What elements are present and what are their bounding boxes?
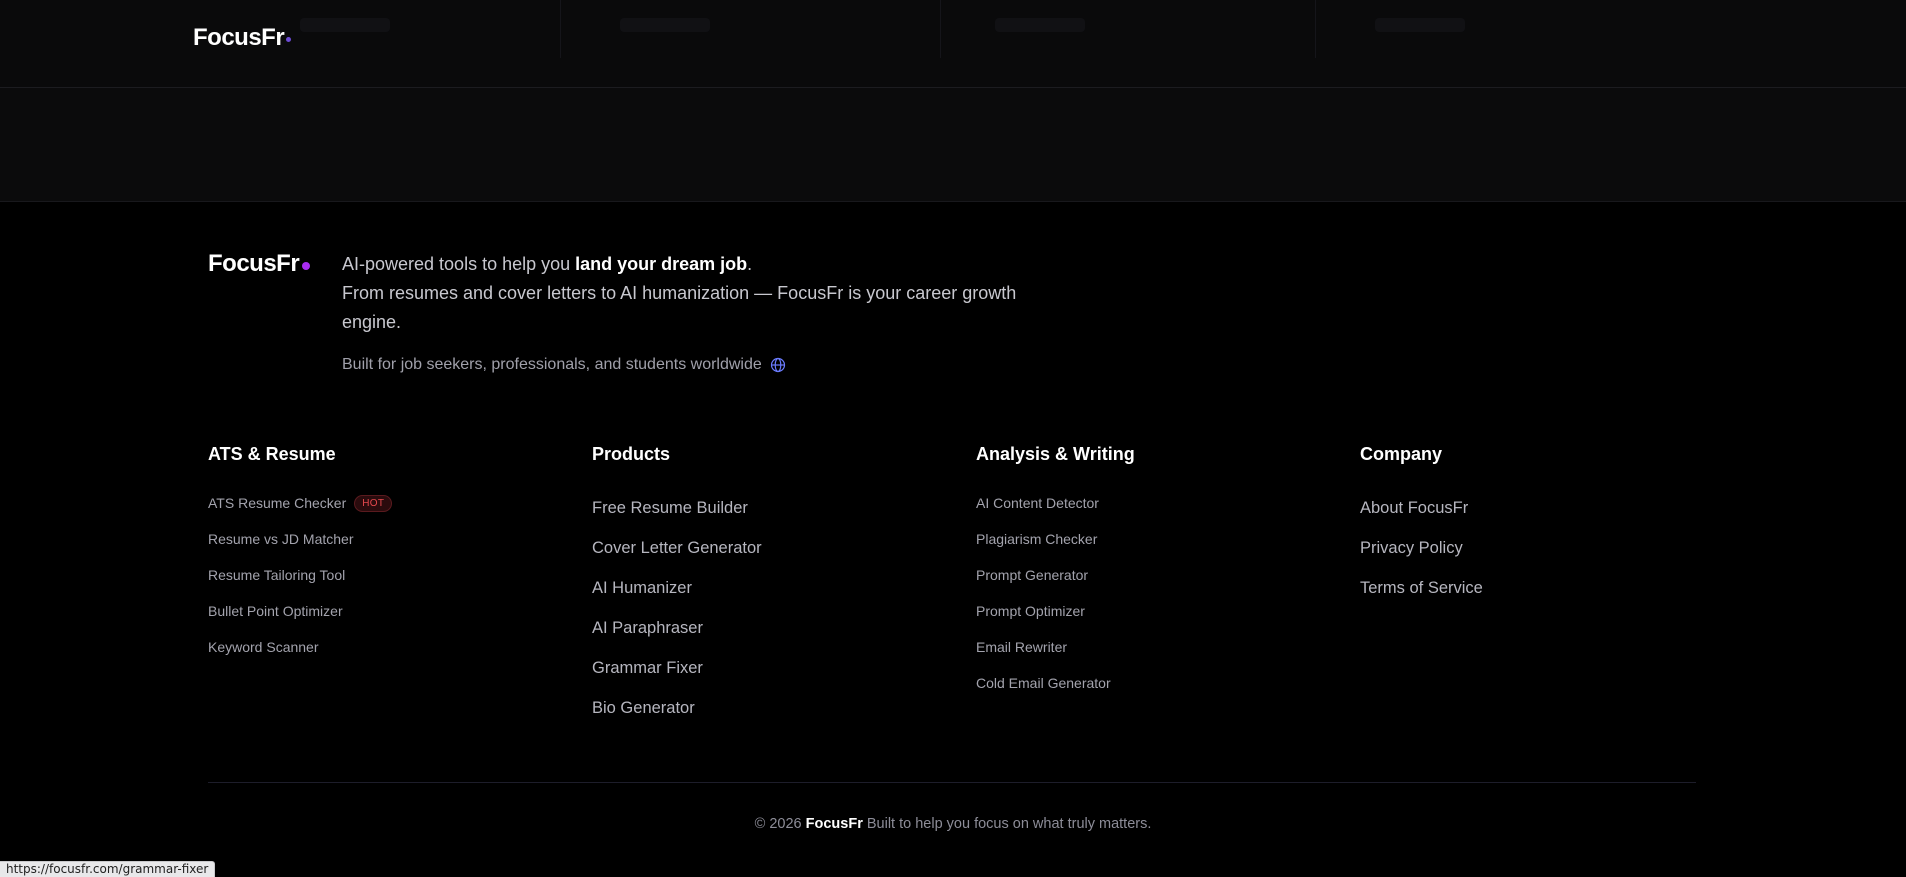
top-navbar: FocusFr [0, 0, 1906, 88]
footer-link-terms-of-service[interactable]: Terms of Service [1360, 568, 1483, 608]
footer-column-company: Company About FocusFr Privacy Policy Ter… [1360, 444, 1483, 608]
footer-link-keyword-scanner[interactable]: Keyword Scanner [208, 629, 392, 665]
footer-link-ats-resume-checker[interactable]: ATS Resume Checker HOT [208, 485, 393, 521]
logo-dot-icon [286, 37, 291, 42]
column-heading: Products [592, 444, 671, 464]
footer-link-bullet-point-optimizer[interactable]: Bullet Point Optimizer [208, 593, 392, 629]
logo-dot-icon [302, 262, 310, 270]
footer-link-ai-content-detector[interactable]: AI Content Detector [976, 485, 1135, 521]
footer-divider [208, 782, 1696, 783]
section-band [0, 88, 1906, 202]
hot-badge: HOT [354, 494, 393, 512]
browser-status-url: https://focusfr.com/grammar-fixer [0, 861, 216, 877]
footer-link-resume-tailoring-tool[interactable]: Resume Tailoring Tool [208, 557, 392, 593]
header-logo[interactable]: FocusFr [193, 24, 285, 52]
tagline-text: AI-powered tools to help you [342, 254, 576, 274]
column-heading: Analysis & Writing [976, 444, 1135, 464]
footer-link-about[interactable]: About FocusFr [1360, 488, 1483, 528]
copyright-year: © 2026 [754, 816, 802, 832]
footer-link-label[interactable]: ATS Resume Checker [208, 495, 346, 511]
footer-link-free-resume-builder[interactable]: Free Resume Builder [592, 488, 762, 528]
footer-column-products: Products Free Resume Builder Cover Lette… [592, 444, 762, 728]
copyright: © 2026 FocusFr Built to help you focus o… [0, 816, 1906, 832]
site-footer: FocusFr AI-powered tools to help you lan… [0, 202, 1906, 877]
nav-divider [560, 0, 561, 58]
footer-link-resume-vs-jd-matcher[interactable]: Resume vs JD Matcher [208, 521, 392, 557]
footer-column-analysis-writing: Analysis & Writing AI Content Detector P… [976, 444, 1135, 701]
nav-placeholder [995, 18, 1085, 32]
footer-link-grammar-fixer[interactable]: Grammar Fixer [592, 648, 762, 688]
nav-placeholder [300, 18, 390, 32]
copyright-brand: FocusFr [805, 816, 863, 832]
tagline-highlight: land your dream job [575, 254, 748, 274]
nav-divider [1315, 0, 1316, 58]
tagline-period: . [747, 254, 753, 274]
footer-link-prompt-generator[interactable]: Prompt Generator [976, 557, 1135, 593]
footer-link-bio-generator[interactable]: Bio Generator [592, 688, 762, 728]
built-for-note: Built for job seekers, professionals, an… [342, 356, 786, 374]
footer-link-ai-paraphraser[interactable]: AI Paraphraser [592, 608, 762, 648]
footer-link-cold-email-generator[interactable]: Cold Email Generator [976, 665, 1135, 701]
footer-link-plagiarism-checker[interactable]: Plagiarism Checker [976, 521, 1135, 557]
footer-column-ats-resume: ATS & Resume ATS Resume Checker HOT Resu… [208, 444, 393, 665]
column-heading: Company [1360, 444, 1443, 464]
footer-link-prompt-optimizer[interactable]: Prompt Optimizer [976, 593, 1135, 629]
globe-icon [770, 357, 785, 373]
nav-placeholder [1375, 18, 1465, 32]
footer-link-ai-humanizer[interactable]: AI Humanizer [592, 568, 762, 608]
copyright-tagline: Built to help you focus on what truly ma… [866, 816, 1152, 832]
built-for-text: Built for job seekers, professionals, an… [342, 356, 762, 373]
column-heading: ATS & Resume [208, 444, 336, 464]
footer-link-cover-letter-generator[interactable]: Cover Letter Generator [592, 528, 762, 568]
footer-tagline: AI-powered tools to help you land your d… [342, 250, 1022, 337]
footer-link-email-rewriter[interactable]: Email Rewriter [976, 629, 1135, 665]
footer-link-privacy-policy[interactable]: Privacy Policy [1360, 528, 1483, 568]
nav-placeholder [620, 18, 710, 32]
tagline-second-line: From resumes and cover letters to AI hum… [342, 283, 1017, 332]
footer-logo[interactable]: FocusFr [208, 250, 300, 278]
nav-divider [940, 0, 941, 58]
